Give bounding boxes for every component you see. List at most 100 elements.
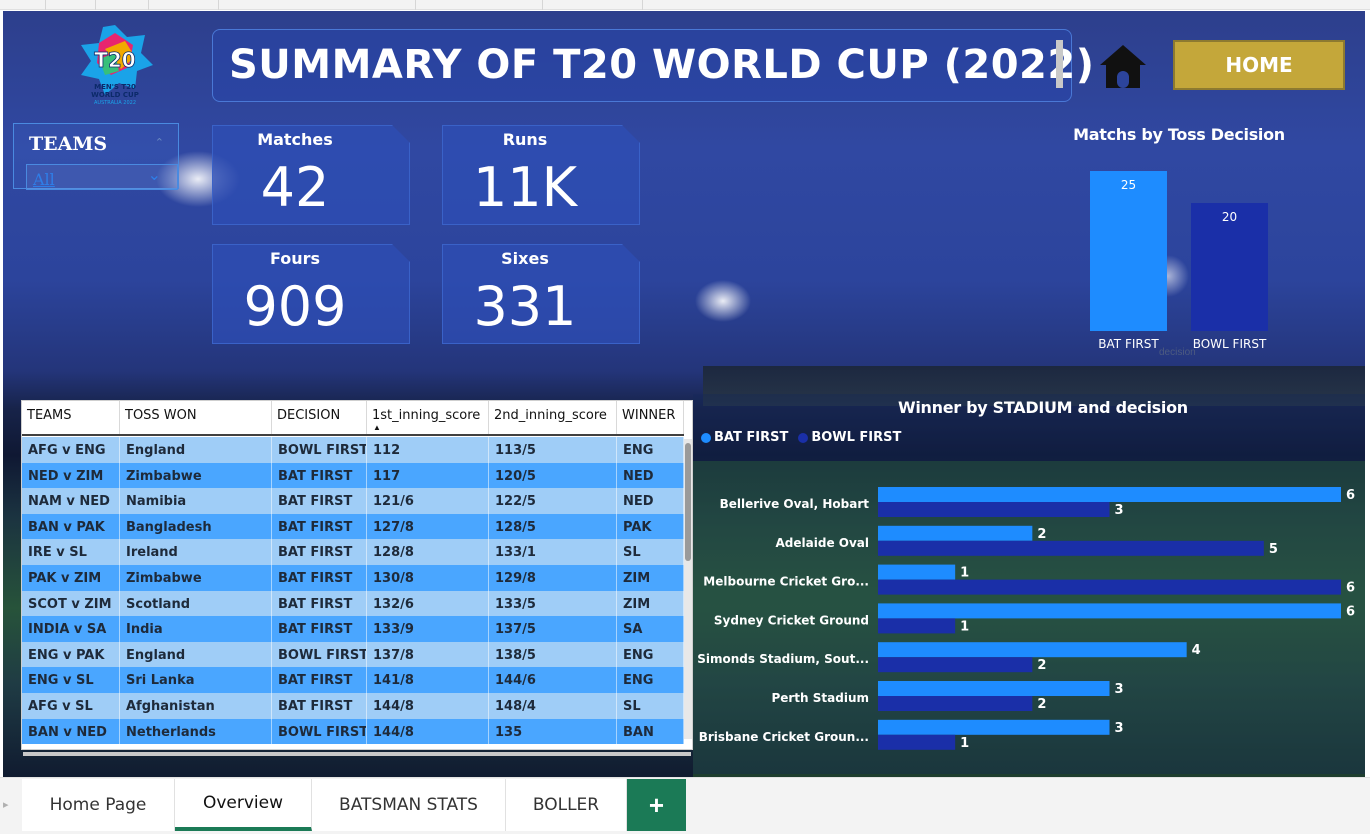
table-cell: 137/8	[367, 641, 489, 668]
stadium-bar[interactable]	[878, 502, 1110, 517]
table-cell: BAT FIRST	[272, 693, 367, 719]
stadium-bar[interactable]	[878, 487, 1341, 502]
stadium-category-label: Bellerive Oval, Hobart	[720, 497, 870, 511]
column-header[interactable]: 1st_inning_score	[367, 401, 489, 434]
tab-boller[interactable]: BOLLER	[506, 779, 627, 831]
table-cell: 133/9	[367, 616, 489, 642]
t20-world-cup-logo: T20 MEN'S T20 WORLD CUP AUSTRALIA 2022	[81, 25, 153, 106]
table-cell: 112	[367, 437, 489, 463]
table-row[interactable]: ENG v SL Sri Lanka BAT FIRST 141/8 144/6 ENG	[22, 667, 684, 693]
stadium-bar-value: 4	[1192, 643, 1201, 658]
table-cell: ZIM	[617, 590, 684, 617]
table-cell: BAN v NED	[22, 718, 120, 745]
stadium-bar-value: 6	[1346, 581, 1355, 596]
table-cell: 127/8	[367, 513, 489, 540]
stadium-bar-value: 3	[1115, 503, 1124, 518]
table-cell: ENG	[617, 667, 684, 693]
stadium-bar[interactable]	[878, 540, 1264, 556]
stadium-chart-title: Winner by STADIUM and decision	[898, 398, 1188, 417]
stadium-bar[interactable]	[878, 564, 956, 580]
tab-overview[interactable]: Overview	[175, 779, 312, 831]
chevron-up-icon[interactable]: ⌃	[155, 136, 164, 149]
toss-bar[interactable]	[1090, 171, 1167, 331]
legend-item-bowl-first[interactable]: BOWL FIRST	[798, 430, 901, 445]
toss-bar-value: 25	[1121, 178, 1136, 192]
table-cell: BAT FIRST	[272, 616, 367, 642]
table-row[interactable]: PAK v ZIM Zimbabwe BAT FIRST 130/8 129/8 ZIM	[22, 565, 684, 591]
column-header[interactable]: TEAMS	[22, 401, 120, 434]
table-cell: ENG	[617, 641, 684, 668]
table-row[interactable]: ENG v PAK England BOWL FIRST 137/8 138/5 ENG	[22, 641, 684, 668]
table-row[interactable]: NAM v NED Namibia BAT FIRST 121/6 122/5 NED	[22, 488, 684, 514]
table-cell: 138/5	[489, 641, 617, 668]
chevron-left-icon[interactable]: ▸	[3, 798, 9, 811]
table-row[interactable]: NED v ZIM Zimbabwe BAT FIRST 117 120/5 NED	[22, 462, 684, 489]
scrollbar-thumb[interactable]	[685, 443, 691, 561]
table-cell: 122/5	[489, 488, 617, 514]
page-tab-bar: ▸ Home Page Overview BATSMAN STATS BOLLE…	[0, 777, 1370, 834]
stadium-winner-chart: Bellerive Oval, Hobart 6 3 Adelaide Oval 2 5 M…	[697, 487, 1355, 751]
table-cell: IRE v SL	[22, 539, 120, 565]
table-cell: BOWL FIRST	[272, 718, 367, 745]
stadium-bar[interactable]	[878, 657, 1033, 673]
table-cell: ENG	[617, 437, 684, 463]
table-cell: ZIM	[617, 565, 684, 591]
svg-text:T20: T20	[94, 48, 135, 72]
table-row[interactable]: SCOT v ZIM Scotland BAT FIRST 132/6 133/5 ZIM	[22, 590, 684, 617]
column-header[interactable]: DECISION	[272, 401, 367, 434]
stadium-category-label: Sydney Cricket Ground	[714, 613, 869, 627]
table-cell: SA	[617, 616, 684, 642]
table-header: TEAMS TOSS WON DECISION 1st_inning_score 2nd…	[22, 401, 684, 436]
table-row[interactable]: BAN v PAK Bangladesh BAT FIRST 127/8 128/5 PA…	[22, 513, 684, 540]
kpi-value: 11K	[472, 156, 578, 219]
table-cell: ENG v SL	[22, 667, 120, 693]
kpi-value: 909	[243, 275, 347, 338]
stadium-bar[interactable]	[878, 696, 1033, 711]
teams-dropdown[interactable]: All ⌄	[26, 164, 178, 190]
legend-item-bat-first[interactable]: BAT FIRST	[701, 430, 788, 445]
table-row[interactable]: AFG v ENG England BOWL FIRST 112 113/5 ENG	[22, 437, 684, 463]
table-cell: BAT FIRST	[272, 590, 367, 617]
column-header[interactable]: TOSS WON	[120, 401, 272, 434]
table-cell: 144/6	[489, 667, 617, 693]
table-row[interactable]: IRE v SL Ireland BAT FIRST 128/8 133/1 SL	[22, 539, 684, 565]
table-cell: SCOT v ZIM	[22, 590, 120, 617]
table-cell: NED	[617, 488, 684, 514]
kpi-label: Fours	[269, 249, 321, 268]
table-cell: AFG v SL	[22, 693, 120, 719]
chevron-down-icon[interactable]: ⌄	[148, 165, 161, 185]
add-page-button[interactable]: +	[627, 779, 686, 831]
table-cell: 144/8	[367, 718, 489, 745]
kpi-value: 42	[260, 156, 330, 219]
tab-home-page[interactable]: Home Page	[22, 779, 175, 831]
stadium-bar[interactable]	[878, 642, 1187, 658]
stadium-bar[interactable]	[878, 734, 956, 750]
teams-slicer[interactable]: TEAMS ⌃ All ⌄	[13, 123, 179, 190]
stadium-bar[interactable]	[878, 603, 1341, 619]
svg-text:AUSTRALIA 2022: AUSTRALIA 2022	[94, 100, 136, 106]
table-row[interactable]: INDIA v SA India BAT FIRST 133/9 137/5 SA	[22, 616, 684, 642]
home-icon[interactable]	[1098, 41, 1148, 91]
home-button[interactable]: HOME	[1173, 40, 1345, 90]
stadium-bar[interactable]	[878, 719, 1110, 735]
column-header[interactable]: 2nd_inning_score	[489, 401, 617, 434]
table-row[interactable]: BAN v NED Netherlands BOWL FIRST 144/8 135 BA…	[22, 718, 684, 745]
stadium-bar[interactable]	[878, 618, 956, 634]
table-cell: 128/8	[367, 539, 489, 565]
stadium-bar[interactable]	[878, 525, 1033, 541]
table-cell: Sri Lanka	[120, 667, 272, 693]
stadium-category-label: Melbourne Cricket Gro...	[703, 575, 869, 589]
tab-batsman-stats[interactable]: BATSMAN STATS	[312, 779, 506, 831]
match-table: TEAMS TOSS WON DECISION 1st_inning_score 2nd…	[21, 400, 693, 750]
table-scrollbar[interactable]	[684, 439, 692, 739]
stadium-bar[interactable]	[878, 681, 1110, 696]
stadium-bar-value: 2	[1037, 697, 1046, 712]
column-header[interactable]: WINNER	[617, 401, 684, 434]
table-cell: 117	[367, 462, 489, 489]
table-row[interactable]: AFG v SL Afghanistan BAT FIRST 144/8 148/4 SL	[22, 693, 684, 719]
table-cell: NED v ZIM	[22, 462, 120, 489]
stadium-bar[interactable]	[878, 579, 1341, 595]
kpi-card-sixes: Sixes 331	[442, 244, 640, 344]
table-cell: 133/5	[489, 590, 617, 617]
table-cell: BAT FIRST	[272, 539, 367, 565]
